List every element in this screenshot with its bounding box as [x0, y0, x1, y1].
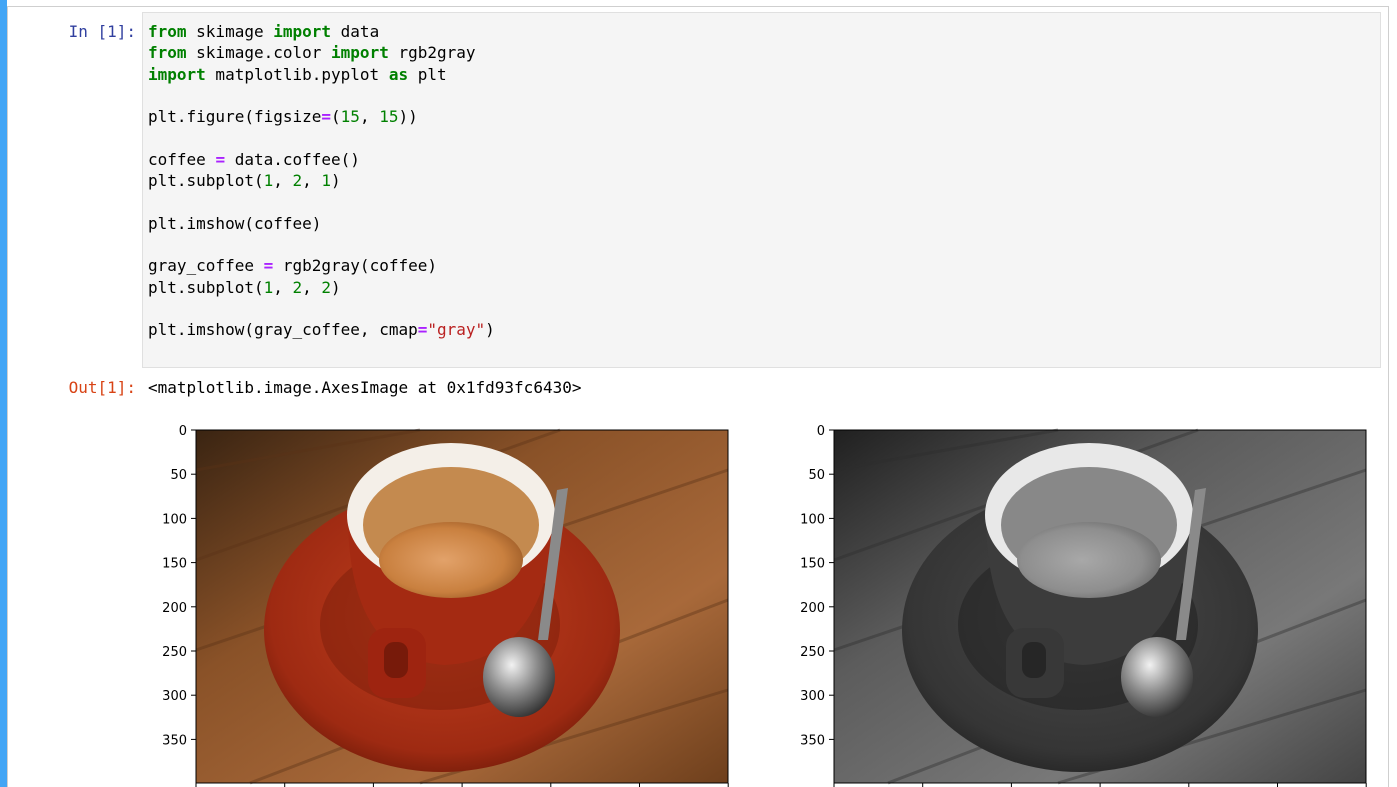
right-y-tick-label: 100 — [800, 512, 825, 527]
right-y-tick-label: 300 — [800, 689, 825, 704]
right-y-tick-label: 50 — [808, 468, 825, 483]
left-y-tick-label: 150 — [162, 557, 187, 572]
right-y-tick-label: 250 — [800, 645, 825, 660]
left-y-tick-label: 200 — [162, 601, 187, 616]
right-y-tick-label: 0 — [817, 424, 825, 439]
left-y-tick-label: 50 — [170, 468, 187, 483]
left-y-tick-label: 0 — [179, 424, 187, 439]
left-y-tick-label: 100 — [162, 512, 187, 527]
gray-coffee-image — [833, 428, 1367, 785]
right-y-tick-label: 350 — [800, 733, 825, 748]
right-y-tick-label: 200 — [800, 601, 825, 616]
left-y-tick-label: 250 — [162, 645, 187, 660]
left-y-tick-label: 350 — [162, 733, 187, 748]
left-y-tick-label: 300 — [162, 689, 187, 704]
color-coffee-image — [195, 428, 729, 785]
right-y-tick-label: 150 — [800, 557, 825, 572]
output-figure: 0 50 100 150 200 250 300 350 0 50 100 150 200 250 300 3… — [162, 424, 1367, 787]
